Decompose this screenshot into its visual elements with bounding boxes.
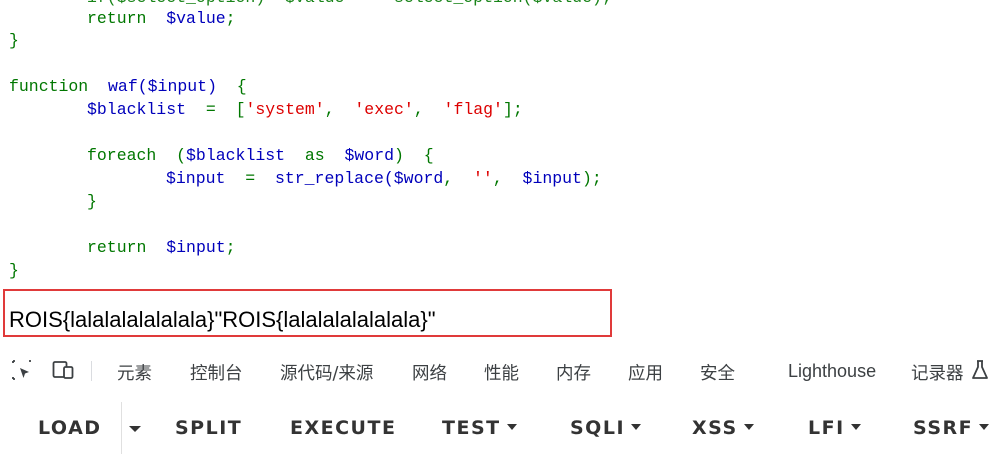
tab-sources[interactable]: 源代码/来源: [280, 360, 373, 385]
xss-menu-button[interactable]: XSS: [692, 417, 754, 441]
tab-recorder[interactable]: 记录器: [911, 360, 964, 385]
code-line-str-replace: $input = str_replace($word, '', $input);: [166, 169, 602, 188]
sqli-menu-label: SQLI: [570, 417, 626, 439]
php-source-code: if($select_option) $value = select_optio…: [0, 0, 1000, 290]
split-button-label: SPLIT: [175, 417, 243, 439]
tab-memory[interactable]: 内存: [556, 360, 591, 385]
tab-elements[interactable]: 元素: [117, 360, 152, 385]
tab-console[interactable]: 控制台: [190, 360, 243, 385]
chevron-down-icon: [631, 423, 642, 430]
devtools-separator: [91, 361, 92, 381]
xss-menu-label: XSS: [692, 417, 738, 439]
tab-lighthouse[interactable]: Lighthouse: [788, 361, 876, 382]
code-line-return-input: return $input;: [87, 238, 236, 257]
code-line-return-value: return $value;: [87, 9, 236, 28]
code-line-blacklist: $blacklist = ['system', 'exec', 'flag'];: [87, 100, 523, 119]
execute-button[interactable]: EXECUTE: [290, 417, 396, 441]
execute-button-label: EXECUTE: [290, 417, 397, 439]
lfi-menu-button[interactable]: LFI: [808, 417, 861, 441]
chevron-down-icon: [850, 423, 861, 430]
chevron-down-icon: [979, 423, 990, 430]
split-button[interactable]: SPLIT: [175, 417, 242, 441]
code-line-brace: }: [9, 31, 19, 50]
tab-application[interactable]: 应用: [628, 360, 663, 385]
devtools-tab-bar: 元素 控制台 源代码/来源 网络 性能 内存 应用 安全 Lighthouse …: [0, 349, 1000, 393]
code-line-function-waf: function waf($input) {: [9, 77, 247, 96]
hackbar-toolbar: LOAD SPLIT EXECUTE TEST SQLI XSS LFI SSR…: [0, 394, 1000, 474]
device-toolbar-icon[interactable]: [51, 358, 75, 382]
code-line-brace-close: }: [9, 261, 19, 280]
code-line-foreach: foreach ($blacklist as $word) {: [87, 146, 434, 165]
load-button[interactable]: LOAD: [38, 417, 102, 441]
tab-performance[interactable]: 性能: [484, 360, 519, 385]
chevron-down-icon: [743, 423, 754, 430]
chevron-down-icon: [506, 423, 517, 430]
tab-security[interactable]: 安全: [700, 360, 735, 385]
flask-icon: [972, 360, 988, 379]
code-line-brace-inner: }: [87, 192, 97, 211]
lfi-menu-label: LFI: [808, 417, 845, 439]
test-menu-button[interactable]: TEST: [442, 417, 517, 441]
sqli-menu-button[interactable]: SQLI: [570, 417, 642, 441]
page-output-text: ROIS{lalalalalalalala}"ROIS{lalalalalala…: [9, 307, 436, 332]
test-menu-label: TEST: [442, 417, 501, 439]
code-line-cut: if($select_option) $value = select_optio…: [87, 0, 612, 8]
load-dropdown-caret-icon[interactable]: [129, 426, 141, 432]
ssrf-menu-label: SSRF: [913, 417, 974, 439]
tab-network[interactable]: 网络: [412, 360, 447, 385]
inspect-element-icon[interactable]: [10, 358, 34, 382]
ssrf-menu-button[interactable]: SSRF: [913, 417, 990, 441]
hackbar-separator: [121, 402, 122, 454]
load-button-label: LOAD: [38, 417, 102, 439]
